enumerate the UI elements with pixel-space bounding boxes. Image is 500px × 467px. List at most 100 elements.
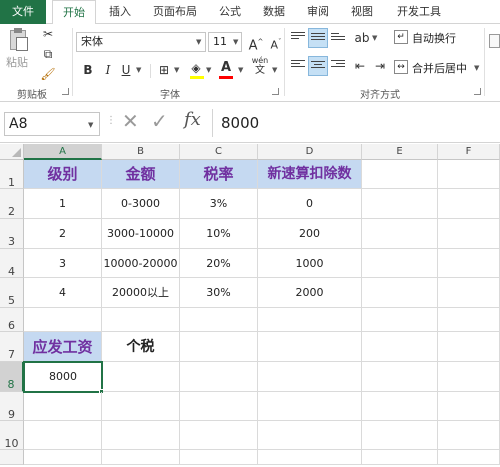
cell-d3[interactable]: 200 xyxy=(258,219,362,249)
tab-home[interactable]: 开始 xyxy=(52,0,96,25)
font-color-icon[interactable]: A xyxy=(216,58,236,78)
name-box[interactable]: A8 xyxy=(4,112,100,136)
align-top-icon[interactable] xyxy=(288,28,308,48)
font-name-select[interactable]: 宋体 xyxy=(76,32,206,52)
row-header-1[interactable]: 1 xyxy=(0,160,24,189)
cell-d8[interactable] xyxy=(258,362,362,392)
cell-d2[interactable]: 0 xyxy=(258,189,362,219)
cell-f6[interactable] xyxy=(438,308,500,332)
grow-font-icon[interactable]: A^ xyxy=(246,32,266,53)
cell-f5[interactable] xyxy=(438,278,500,308)
cell-d9[interactable] xyxy=(258,392,362,421)
row-header-6[interactable]: 6 xyxy=(0,308,24,332)
cell-f2[interactable] xyxy=(438,189,500,219)
increase-indent-icon[interactable]: ⇥ xyxy=(370,56,390,76)
enter-icon[interactable]: ✓ xyxy=(151,109,168,133)
row-header-10[interactable]: 10 xyxy=(0,421,24,450)
orientation-icon[interactable]: ab xyxy=(352,28,372,48)
cell-f7[interactable] xyxy=(438,332,500,362)
cell-b2[interactable]: 0-3000 xyxy=(102,189,180,219)
row-header-5[interactable]: 5 xyxy=(0,278,24,308)
cell-b4[interactable]: 10000-20000 xyxy=(102,249,180,278)
format-painter-icon[interactable]: 🖌 xyxy=(38,64,58,84)
row-header-3[interactable]: 3 xyxy=(0,219,24,249)
cell-e2[interactable] xyxy=(362,189,438,219)
cell-d1[interactable]: 新速算扣除数 xyxy=(258,160,362,189)
formula-input[interactable]: 8000 xyxy=(212,109,500,137)
cell-b5[interactable]: 20000以上 xyxy=(102,278,180,308)
cell-e7[interactable] xyxy=(362,332,438,362)
cell-d5[interactable]: 2000 xyxy=(258,278,362,308)
cell-a2[interactable]: 1 xyxy=(24,189,102,219)
cell-a3[interactable]: 2 xyxy=(24,219,102,249)
decrease-indent-icon[interactable]: ⇤ xyxy=(350,56,370,76)
cell-a10[interactable] xyxy=(24,421,102,450)
cell-f8[interactable] xyxy=(438,362,500,392)
cell-e6[interactable] xyxy=(362,308,438,332)
cell-d4[interactable]: 1000 xyxy=(258,249,362,278)
row-header-8[interactable]: 8 xyxy=(0,362,24,392)
cell-a9[interactable] xyxy=(24,392,102,421)
alignment-launcher-icon[interactable] xyxy=(474,88,481,95)
align-middle-icon[interactable] xyxy=(308,28,328,48)
cell-c5[interactable]: 30% xyxy=(180,278,258,308)
cut-icon[interactable]: ✂ xyxy=(38,24,58,44)
worksheet-grid[interactable]: A B C D E F 1 2 3 4 5 6 7 8 9 10 级别 金额 税… xyxy=(0,144,500,465)
row-header-11[interactable] xyxy=(0,450,24,465)
cell-d6[interactable] xyxy=(258,308,362,332)
number-format-select[interactable] xyxy=(489,34,500,48)
merge-center-button[interactable]: 合并后居中 xyxy=(412,60,467,76)
cell-f1[interactable] xyxy=(438,160,500,189)
copy-icon[interactable]: ⧉ xyxy=(38,44,58,64)
align-center-icon[interactable] xyxy=(308,56,328,76)
tab-file[interactable]: 文件 xyxy=(0,0,46,24)
cell-a4[interactable]: 3 xyxy=(24,249,102,278)
cell-e3[interactable] xyxy=(362,219,438,249)
shrink-font-icon[interactable]: Aˇ xyxy=(266,32,286,52)
cell-b6[interactable] xyxy=(102,308,180,332)
cell-c6[interactable] xyxy=(180,308,258,332)
tab-insert[interactable]: 插入 xyxy=(100,0,140,24)
column-header-d[interactable]: D xyxy=(258,144,362,160)
cell-c3[interactable]: 10% xyxy=(180,219,258,249)
cell-b3[interactable]: 3000-10000 xyxy=(102,219,180,249)
paste-button[interactable]: 粘贴 xyxy=(6,54,36,70)
cell-f11[interactable] xyxy=(438,450,500,465)
italic-button[interactable]: I xyxy=(98,60,118,80)
tab-review[interactable]: 审阅 xyxy=(298,0,338,24)
cell-a8[interactable]: 8000 xyxy=(23,361,103,393)
cell-e5[interactable] xyxy=(362,278,438,308)
column-header-f[interactable]: F xyxy=(438,144,500,160)
cell-b11[interactable] xyxy=(102,450,180,465)
cell-f3[interactable] xyxy=(438,219,500,249)
fill-color-icon[interactable]: ◈ xyxy=(186,58,206,78)
cancel-icon[interactable]: ✕ xyxy=(122,109,139,133)
cell-b8[interactable] xyxy=(103,362,180,392)
row-header-4[interactable]: 4 xyxy=(0,249,24,278)
cell-e11[interactable] xyxy=(362,450,438,465)
cell-c8[interactable] xyxy=(180,362,258,392)
tab-page-layout[interactable]: 页面布局 xyxy=(144,0,206,24)
align-bottom-icon[interactable] xyxy=(328,28,348,48)
clipboard-launcher-icon[interactable] xyxy=(62,88,69,95)
cell-c10[interactable] xyxy=(180,421,258,450)
cell-d7[interactable] xyxy=(258,332,362,362)
phonetic-guide-icon[interactable]: wén 文 xyxy=(250,56,270,80)
cell-b9[interactable] xyxy=(102,392,180,421)
cell-d11[interactable] xyxy=(258,450,362,465)
bold-button[interactable]: B xyxy=(78,60,98,80)
cell-c9[interactable] xyxy=(180,392,258,421)
cell-a11[interactable] xyxy=(24,450,102,465)
column-header-b[interactable]: B xyxy=(102,144,180,160)
cell-f4[interactable] xyxy=(438,249,500,278)
align-left-icon[interactable] xyxy=(288,56,308,76)
cell-f9[interactable] xyxy=(438,392,500,421)
column-header-a[interactable]: A xyxy=(24,144,102,160)
cell-b1[interactable]: 金额 xyxy=(102,160,180,189)
paste-icon[interactable] xyxy=(8,28,30,54)
row-header-9[interactable]: 9 xyxy=(0,392,24,421)
cell-c1[interactable]: 税率 xyxy=(180,160,258,189)
align-right-icon[interactable] xyxy=(328,56,348,76)
cell-e1[interactable] xyxy=(362,160,438,189)
cell-a5[interactable]: 4 xyxy=(24,278,102,308)
